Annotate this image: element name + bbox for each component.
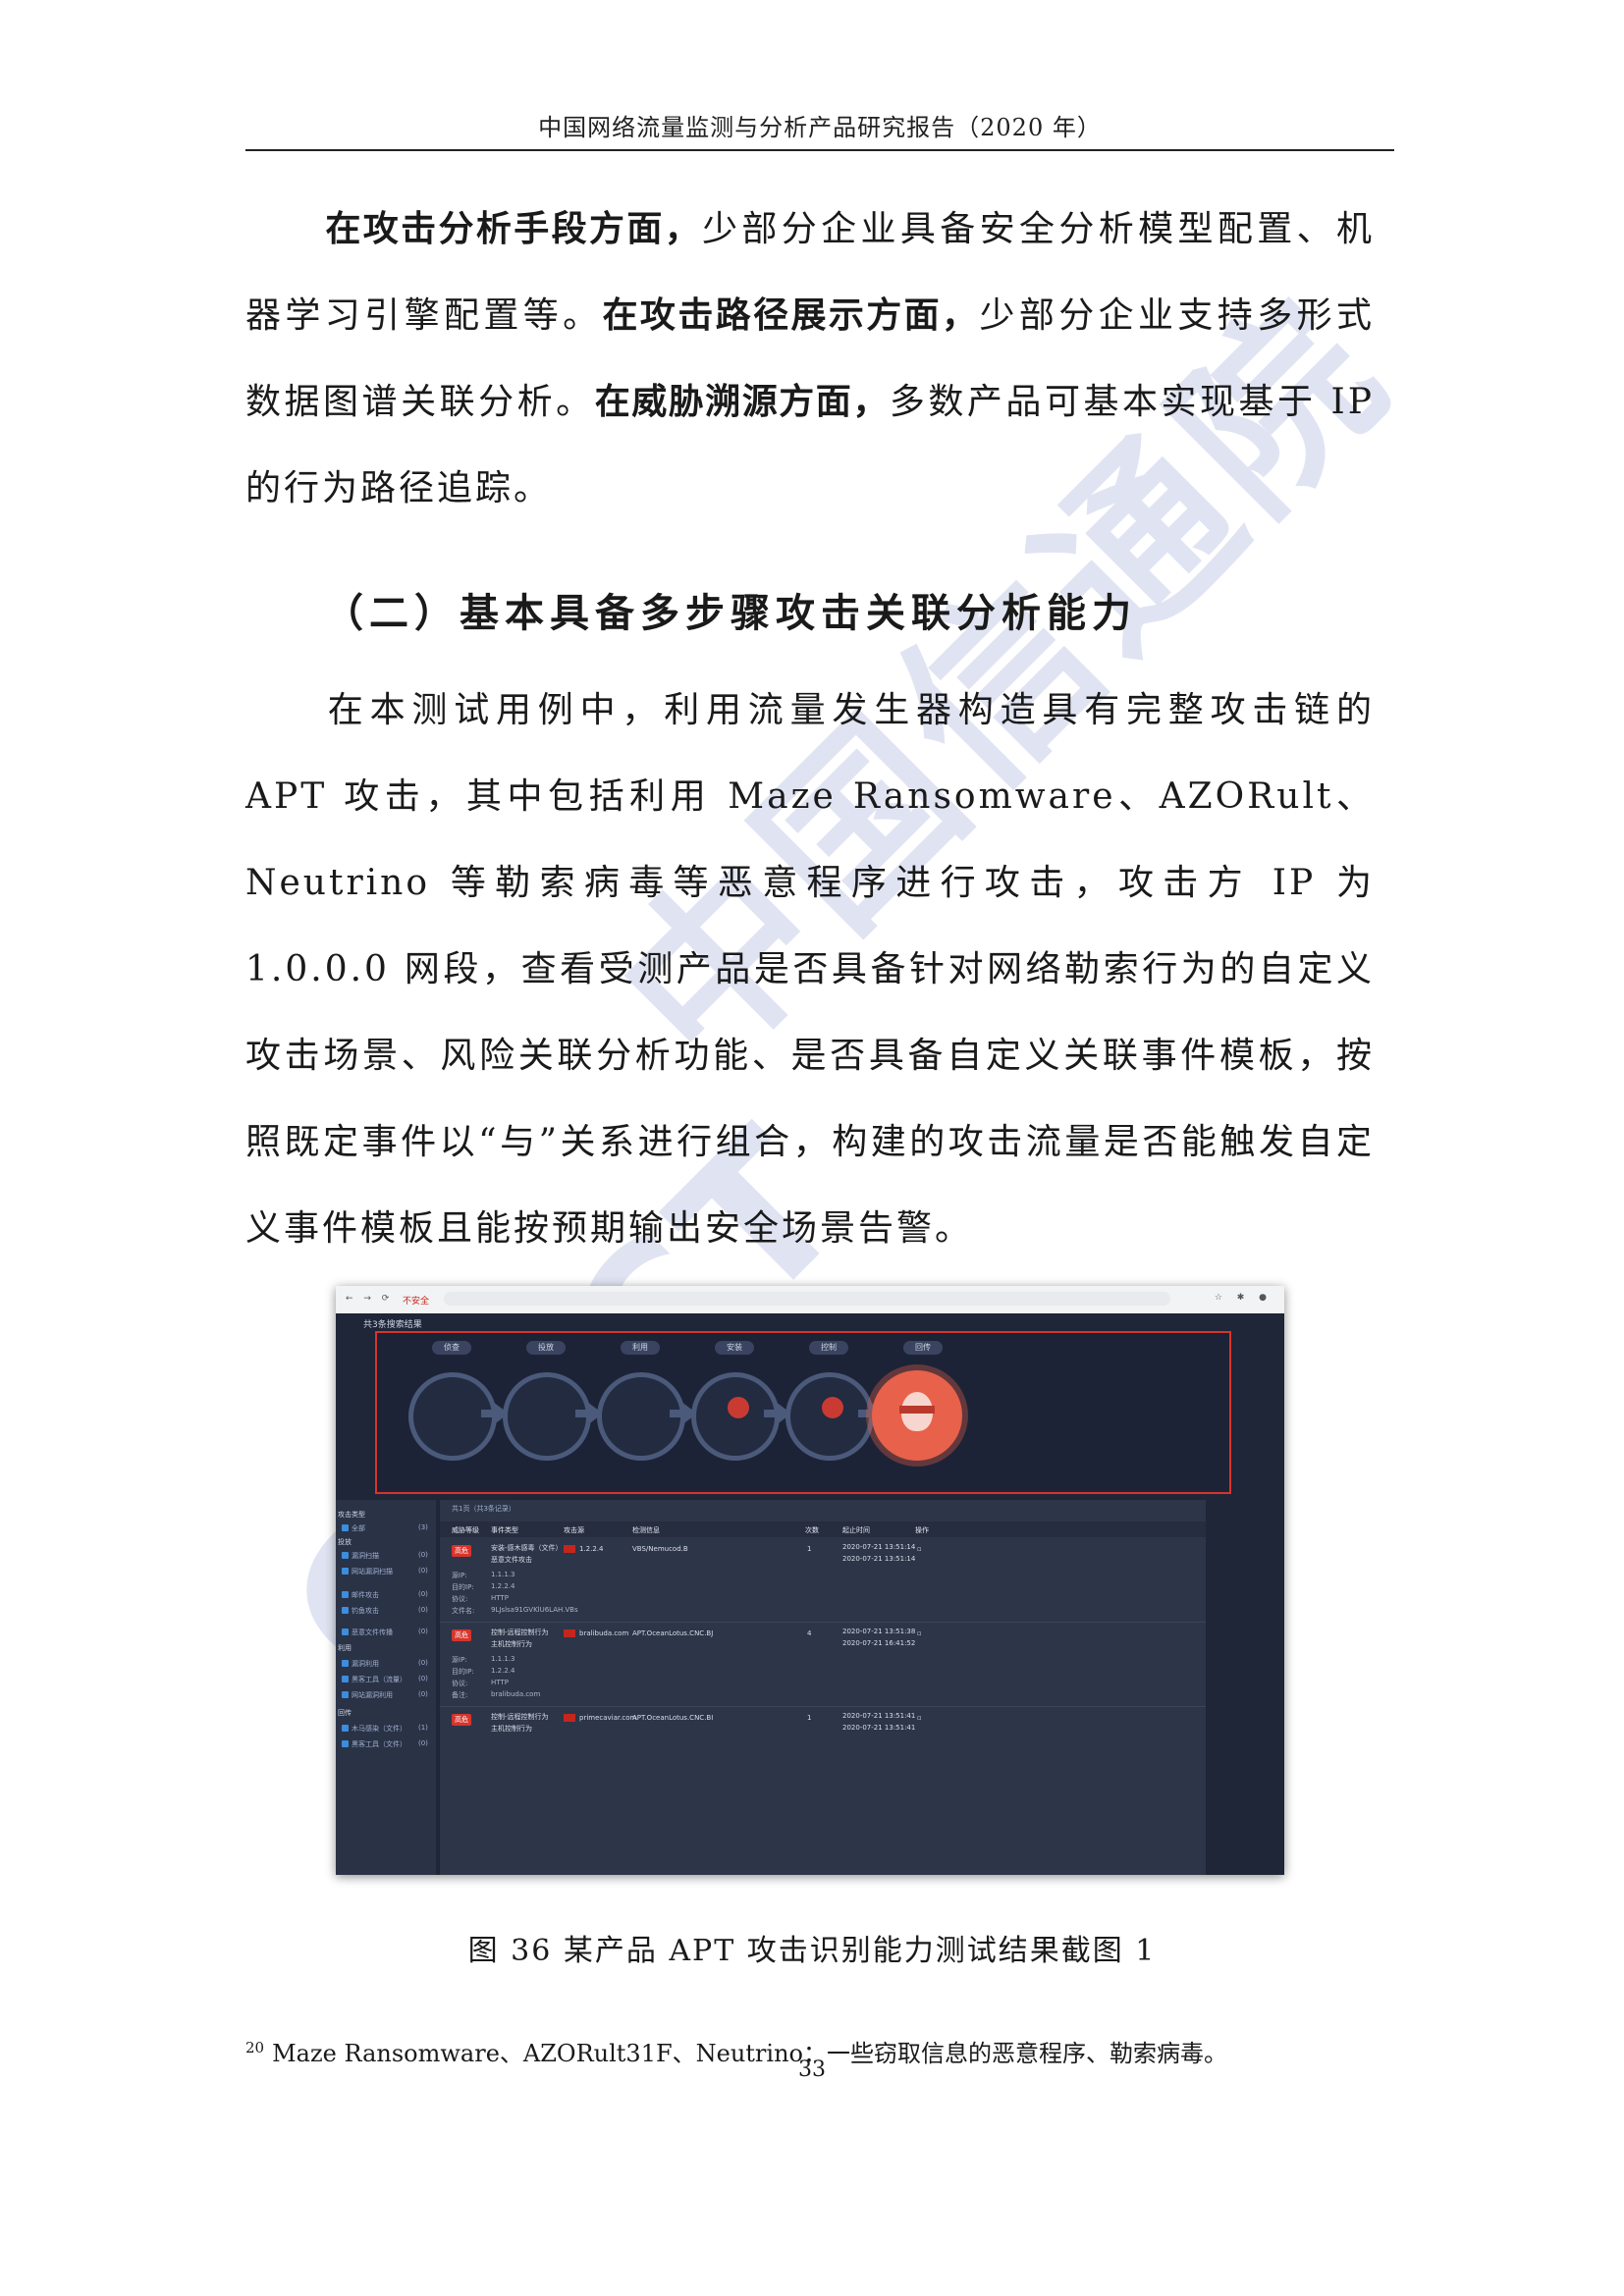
column-header: 次数 (805, 1526, 819, 1534)
flag-icon (564, 1714, 575, 1722)
checkbox-icon (342, 1676, 349, 1682)
filter-item[interactable]: 木马感染（文件） (1) (336, 1722, 436, 1735)
filter-item[interactable]: 黑客工具（文件） (0) (336, 1737, 436, 1751)
screenshot-figure: ← → ⟳ 不安全 ☆ ✱ ● 共3条搜索结果 侦查 投放 利用 安装 控制 回… (336, 1286, 1284, 1875)
alert-dot-icon (728, 1397, 749, 1418)
kill-chain-panel: 侦查 投放 利用 安装 控制 回传 (375, 1331, 1231, 1494)
column-header: 攻击源 (564, 1526, 584, 1534)
checkbox-icon (342, 1629, 349, 1635)
filter-item[interactable]: 网站漏洞扫描 (0) (336, 1565, 436, 1578)
browser-toolbar: ← → ⟳ 不安全 ☆ ✱ ● (336, 1286, 1284, 1314)
checkbox-icon (342, 1725, 349, 1732)
paragraph-2-text: 在本测试用例中，利用流量发生器构造具有完整攻击链的 APT 攻击，其中包括利用 … (245, 690, 1375, 1249)
column-header: 操作 (915, 1526, 929, 1534)
lead-threat-trace: 在威胁溯源方面， (594, 382, 890, 422)
footnote-marker: 20 (245, 2039, 265, 2056)
event-table: 共1页（共3条记录） 威胁等级 事件类型 攻击源 检测信息 次数 起止时间 操作… (440, 1500, 1206, 1875)
filter-group-label: 利用 (338, 1644, 352, 1652)
page-number: 33 (798, 2057, 826, 2082)
browser-tool-icons[interactable]: ☆ ✱ ● (1215, 1293, 1272, 1303)
filter-item[interactable]: 恶意文件传播 (0) (336, 1626, 436, 1639)
stage-label: 控制 (809, 1341, 848, 1355)
filter-item[interactable]: 钓鱼攻击 (0) (336, 1604, 436, 1618)
hacker-icon (872, 1370, 962, 1461)
more-icon[interactable]: ▫ (917, 1545, 922, 1553)
paragraph-2: 在本测试用例中，利用流量发生器构造具有完整攻击链的 APT 攻击，其中包括利用 … (245, 667, 1375, 1272)
checkbox-icon (342, 1591, 349, 1598)
column-header: 事件类型 (491, 1526, 518, 1534)
lead-attack-analysis: 在攻击分析手段方面， (324, 209, 703, 249)
stage-label: 回传 (903, 1341, 943, 1355)
checkbox-icon (342, 1552, 349, 1559)
severity-badge: 高危 (452, 1545, 471, 1557)
stage-label: 侦查 (432, 1341, 471, 1355)
filter-item[interactable]: 全部 (3) (336, 1522, 436, 1535)
column-header: 起止时间 (842, 1526, 870, 1534)
stage-label: 利用 (621, 1341, 660, 1355)
lead-attack-path: 在攻击路径展示方面， (602, 295, 980, 336)
checkbox-icon (342, 1691, 349, 1698)
table-summary: 共1页（共3条记录） (452, 1505, 515, 1513)
filter-item[interactable]: 网站漏洞利用 (0) (336, 1688, 436, 1702)
checkbox-icon (342, 1660, 349, 1667)
flag-icon (564, 1545, 575, 1553)
filter-item[interactable]: 黑客工具（流量） (0) (336, 1673, 436, 1686)
header-rule (245, 149, 1394, 151)
figure-caption: 图 36 某产品 APT 攻击识别能力测试结果截图 1 (467, 1934, 1157, 1968)
browser-nav-icons[interactable]: ← → ⟳ (346, 1294, 393, 1304)
stage-label: 安装 (715, 1341, 754, 1355)
more-icon[interactable]: ▫ (917, 1629, 922, 1637)
address-bar[interactable] (444, 1292, 1170, 1306)
running-header: 中国网络流量监测与分析产品研究报告（2020 年） (538, 114, 1102, 141)
stage-label: 投放 (526, 1341, 566, 1355)
filter-sidebar: 攻击类型 全部 (3) 投放 漏洞扫描 (0) 网站漏洞扫描 (0) 邮件攻击 (0) … (336, 1500, 436, 1875)
filter-group-label: 回传 (338, 1709, 352, 1717)
section-heading: （二）基本具备多步骤攻击关联分析能力 (324, 590, 1137, 636)
filter-group-label: 攻击类型 (338, 1511, 365, 1519)
filter-item[interactable]: 漏洞利用 (0) (336, 1657, 436, 1671)
result-count-label: 共3条搜索结果 (363, 1320, 422, 1330)
severity-badge: 高危 (452, 1629, 471, 1641)
checkbox-icon (342, 1568, 349, 1575)
checkbox-icon (342, 1740, 349, 1747)
severity-badge: 高危 (452, 1714, 471, 1726)
paragraph-1: 在攻击分析手段方面，少部分企业具备安全分析模型配置、机器学习引擎配置等。在攻击路… (245, 187, 1375, 532)
table-header: 威胁等级 事件类型 攻击源 检测信息 次数 起止时间 操作 (440, 1522, 1206, 1537)
more-icon[interactable]: ▫ (917, 1714, 922, 1722)
column-header: 检测信息 (632, 1526, 660, 1534)
filter-group-label: 投放 (338, 1538, 352, 1546)
checkbox-icon (342, 1524, 349, 1531)
checkbox-icon (342, 1607, 349, 1614)
app-view: 共3条搜索结果 侦查 投放 利用 安装 控制 回传 攻击类型 全部 (3) 投放… (336, 1313, 1284, 1875)
filter-item[interactable]: 邮件攻击 (0) (336, 1588, 436, 1602)
column-header: 威胁等级 (452, 1526, 479, 1534)
filter-item[interactable]: 漏洞扫描 (0) (336, 1549, 436, 1563)
alert-dot-icon (822, 1397, 843, 1418)
stage-exfil[interactable]: 回传 (870, 1333, 988, 1490)
flag-icon (564, 1629, 575, 1637)
insecure-indicator: 不安全 (403, 1297, 430, 1307)
